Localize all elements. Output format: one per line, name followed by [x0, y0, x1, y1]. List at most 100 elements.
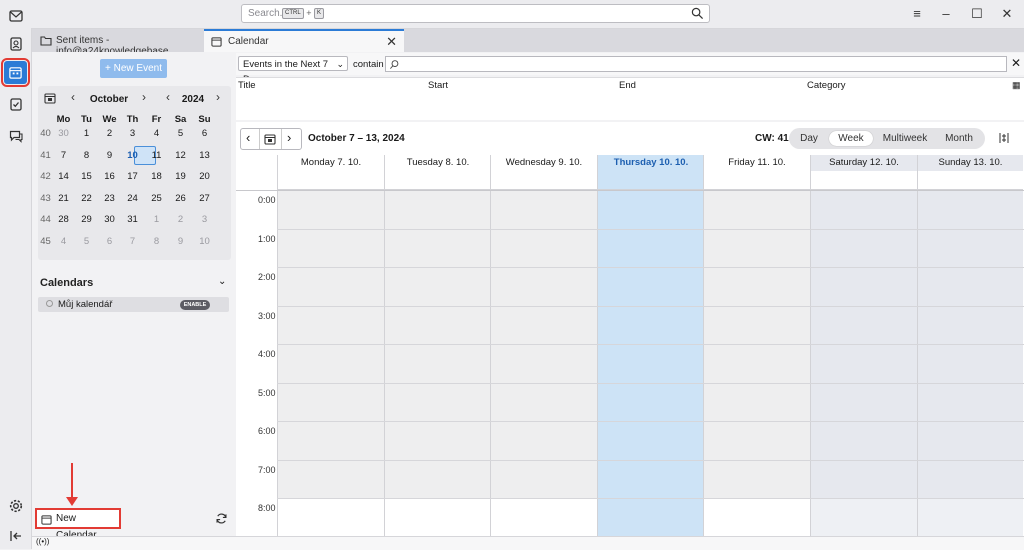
day-cell[interactable]: 2	[98, 128, 121, 139]
day-header[interactable]: Sunday 13. 10.	[917, 155, 1023, 171]
chevron-down-icon[interactable]: ⌄	[218, 276, 226, 287]
day-cell[interactable]: 9	[98, 150, 121, 161]
next-year-icon[interactable]: ›	[210, 90, 226, 106]
day-column[interactable]	[490, 190, 597, 536]
maximize-icon[interactable]: ☐	[969, 6, 985, 22]
day-cell[interactable]: 31	[121, 214, 144, 225]
column-category[interactable]: Category	[807, 80, 846, 91]
day-cell[interactable]: 7	[121, 236, 144, 247]
all-day-cell[interactable]	[597, 171, 704, 190]
close-tab-icon[interactable]: ✕	[386, 34, 397, 50]
day-cell[interactable]: 13	[193, 150, 216, 161]
column-start[interactable]: Start	[428, 80, 448, 91]
view-multiweek-button[interactable]: Multiweek	[879, 131, 931, 146]
day-cell[interactable]: 18	[145, 171, 168, 182]
all-day-cell[interactable]	[384, 171, 491, 190]
calendar-rail-button[interactable]	[1, 58, 30, 87]
mini-month-label[interactable]: October	[82, 94, 136, 105]
day-cell[interactable]: 6	[193, 128, 216, 139]
day-cell[interactable]: 15	[75, 171, 98, 182]
day-cell[interactable]: 24	[121, 193, 144, 204]
new-event-button[interactable]: + New Event	[100, 59, 167, 78]
all-day-cell[interactable]	[277, 171, 384, 190]
day-cell[interactable]: 5	[169, 128, 192, 139]
day-cell[interactable]: 19	[169, 171, 192, 182]
day-column[interactable]	[384, 190, 491, 536]
day-header[interactable]: Friday 11. 10.	[703, 155, 810, 171]
close-filter-icon[interactable]: ✕	[1011, 56, 1021, 70]
day-column[interactable]	[277, 190, 384, 536]
day-cell[interactable]: 8	[75, 150, 98, 161]
new-calendar-button[interactable]: New Calendar...	[35, 508, 121, 541]
tab-calendar[interactable]: Calendar ✕	[204, 29, 404, 52]
day-header[interactable]: Tuesday 8. 10.	[384, 155, 491, 171]
day-cell[interactable]: 30	[52, 128, 75, 139]
day-cell[interactable]: 12	[169, 150, 192, 161]
day-cell[interactable]: 16	[98, 171, 121, 182]
day-cell[interactable]: 17	[121, 171, 144, 182]
day-header[interactable]: Monday 7. 10.	[277, 155, 384, 171]
day-column[interactable]	[810, 190, 917, 536]
day-cell[interactable]: 26	[169, 193, 192, 204]
day-cell[interactable]: 22	[75, 193, 98, 204]
today-calendar-icon[interactable]	[44, 92, 56, 104]
event-search-input[interactable]	[385, 56, 1007, 72]
settings-gear-icon[interactable]	[8, 498, 24, 514]
day-cell[interactable]: 1	[75, 128, 98, 139]
prev-month-icon[interactable]: ‹	[65, 90, 81, 106]
day-cell[interactable]: 20	[193, 171, 216, 182]
address-book-icon[interactable]	[8, 36, 24, 52]
day-cell[interactable]: 28	[52, 214, 75, 225]
menu-icon[interactable]: ≡	[909, 6, 925, 22]
day-header[interactable]: Wednesday 9. 10.	[490, 155, 597, 171]
day-cell[interactable]: 4	[145, 128, 168, 139]
enable-badge[interactable]: ENABLE	[180, 300, 210, 310]
sync-icon[interactable]	[215, 512, 228, 525]
day-cell[interactable]: 9	[169, 236, 192, 247]
day-cell[interactable]: 5	[75, 236, 98, 247]
day-cell[interactable]: 3	[193, 214, 216, 225]
day-cell[interactable]: 1	[145, 214, 168, 225]
day-cell[interactable]: 10	[193, 236, 216, 247]
event-filter-select[interactable]: Events in the Next 7 Days ⌄	[238, 56, 348, 85]
all-day-cell[interactable]	[917, 171, 1023, 190]
next-month-icon[interactable]: ›	[136, 90, 152, 106]
day-column[interactable]	[703, 190, 810, 536]
day-cell[interactable]: 4	[52, 236, 75, 247]
today-icon[interactable]	[264, 133, 276, 145]
tab-sent-items[interactable]: Sent items - info@a24knowledgebase...	[32, 29, 202, 57]
day-column[interactable]	[597, 190, 704, 536]
day-cell[interactable]: 21	[52, 193, 75, 204]
minimize-icon[interactable]: –	[938, 6, 954, 22]
next-week-icon[interactable]: ›	[287, 130, 291, 145]
search-input[interactable]: Search... CTRL + K	[241, 4, 710, 23]
day-cell[interactable]: 2	[169, 214, 192, 225]
day-cell[interactable]: 10	[121, 150, 144, 161]
chat-icon[interactable]	[8, 128, 24, 144]
day-cell[interactable]: 3	[121, 128, 144, 139]
mail-icon[interactable]	[8, 8, 24, 24]
day-cell[interactable]: 6	[98, 236, 121, 247]
prev-year-icon[interactable]: ‹	[160, 90, 176, 106]
all-day-cell[interactable]	[810, 171, 917, 190]
all-day-cell[interactable]	[703, 171, 810, 190]
view-week-button[interactable]: Week	[829, 131, 873, 146]
collapse-pane-icon[interactable]	[8, 528, 24, 544]
prev-week-icon[interactable]: ‹	[246, 130, 250, 145]
day-cell[interactable]: 14	[52, 171, 75, 182]
day-cell[interactable]: 25	[145, 193, 168, 204]
all-day-cell[interactable]	[490, 171, 597, 190]
day-cell[interactable]: 7	[52, 150, 75, 161]
view-options-icon[interactable]	[998, 132, 1010, 144]
day-header[interactable]: Thursday 10. 10.	[597, 155, 704, 171]
close-window-icon[interactable]: ✕	[999, 6, 1015, 22]
day-column[interactable]	[917, 190, 1023, 536]
search-icon[interactable]	[691, 7, 704, 20]
column-end[interactable]: End	[619, 80, 636, 91]
day-header[interactable]: Saturday 12. 10.	[810, 155, 917, 171]
day-cell[interactable]: 30	[98, 214, 121, 225]
day-cell[interactable]: 27	[193, 193, 216, 204]
view-month-button[interactable]: Month	[939, 131, 979, 146]
tasks-icon[interactable]	[8, 96, 24, 112]
day-cell[interactable]: 8	[145, 236, 168, 247]
